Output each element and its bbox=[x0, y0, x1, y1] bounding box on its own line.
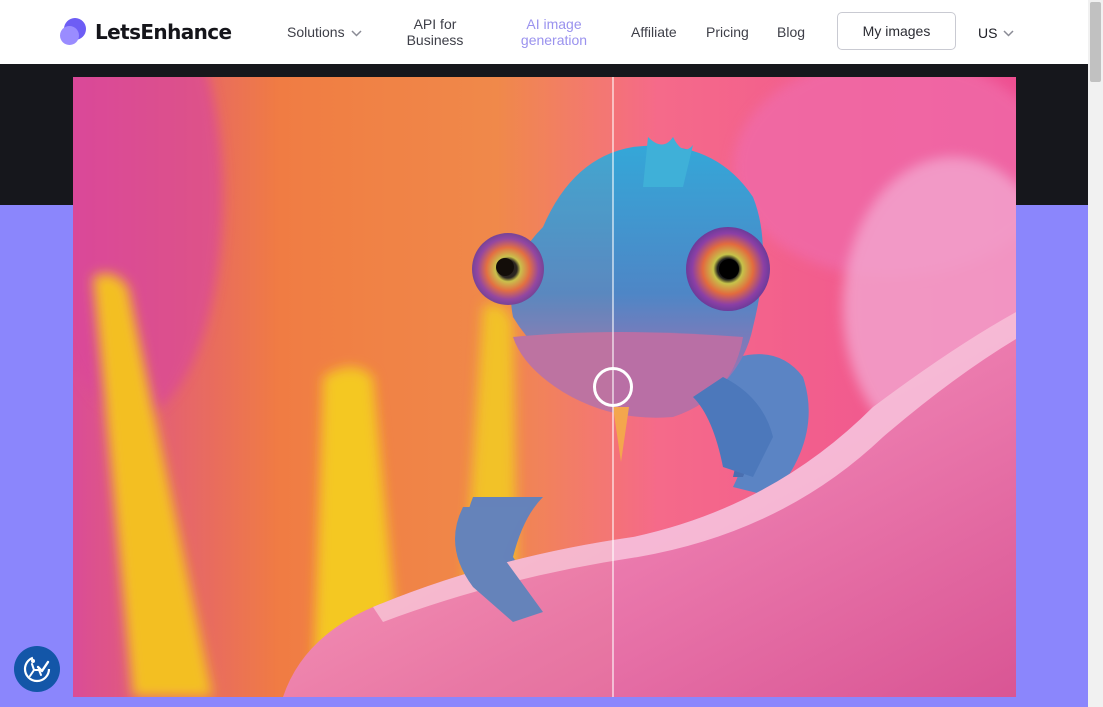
chevron-down-icon bbox=[351, 30, 362, 37]
accessibility-icon bbox=[23, 655, 51, 683]
nav-solutions-label: Solutions bbox=[287, 24, 345, 40]
nav-solutions[interactable]: Solutions bbox=[287, 24, 362, 40]
scrollbar-thumb[interactable] bbox=[1090, 2, 1101, 82]
comparison-slider-handle[interactable] bbox=[593, 367, 633, 407]
nav-ai-line2: generation bbox=[520, 32, 588, 48]
nav-api-line1: API for bbox=[413, 16, 457, 32]
nav-blog[interactable]: Blog bbox=[777, 24, 805, 40]
my-images-button[interactable]: My images bbox=[837, 12, 956, 50]
before-after-comparison[interactable] bbox=[73, 77, 1016, 697]
nav-ai-image-generation[interactable]: AI image generation bbox=[516, 16, 592, 48]
brand-name: LetsEnhance bbox=[95, 19, 232, 44]
page: LetsEnhance Solutions API for Business A… bbox=[0, 0, 1103, 707]
nav-api-line2: Business bbox=[406, 32, 464, 48]
nav-pricing[interactable]: Pricing bbox=[706, 24, 749, 40]
nav-affiliate[interactable]: Affiliate bbox=[631, 24, 677, 40]
nav-ai-line1: AI image bbox=[526, 16, 582, 32]
locale-label: US bbox=[978, 25, 998, 41]
locale-selector[interactable]: US bbox=[978, 25, 1014, 41]
brand-logo[interactable]: LetsEnhance bbox=[60, 18, 232, 45]
letsenhance-logo-icon bbox=[60, 18, 86, 45]
site-header: LetsEnhance Solutions API for Business A… bbox=[0, 0, 1088, 64]
accessibility-button[interactable] bbox=[14, 646, 60, 692]
chameleon-image bbox=[73, 77, 1016, 697]
chevron-down-icon bbox=[1003, 29, 1014, 37]
page-scrollbar[interactable] bbox=[1088, 0, 1103, 707]
nav-api-for-business[interactable]: API for Business bbox=[403, 16, 467, 48]
